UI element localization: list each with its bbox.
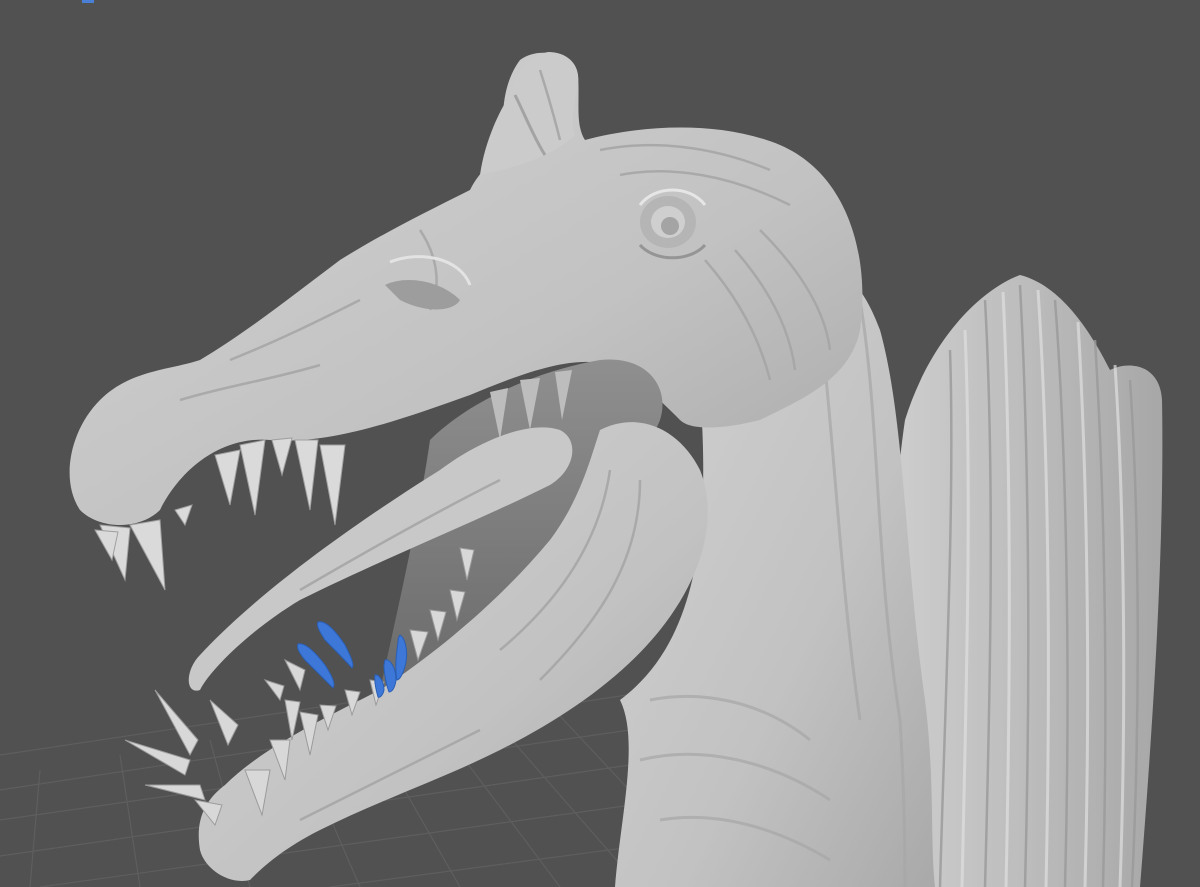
selected-tooth — [297, 643, 335, 689]
viewport-scene[interactable] — [0, 0, 1200, 887]
3d-viewport[interactable] — [0, 0, 1200, 887]
selected-tooth — [317, 621, 354, 669]
